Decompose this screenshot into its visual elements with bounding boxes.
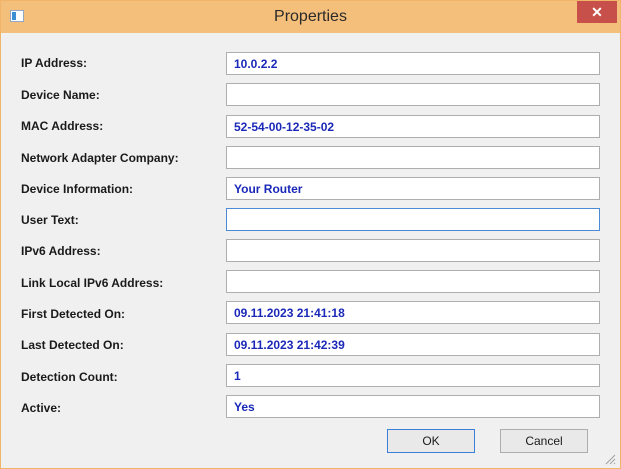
- window-title: Properties: [274, 8, 347, 25]
- label-network-adapter-company: Network Adapter Company:: [21, 151, 179, 165]
- field-first-detected-on[interactable]: 09.11.2023 21:41:18: [226, 301, 600, 324]
- field-link-local-ipv6-address[interactable]: [226, 270, 600, 293]
- field-active[interactable]: Yes: [226, 395, 600, 418]
- field-device-information[interactable]: Your Router: [226, 177, 600, 200]
- properties-form: IP Address: 10.0.2.2 Device Name: MAC Ad…: [1, 33, 620, 468]
- title-bar[interactable]: Properties ✕: [1, 1, 620, 33]
- label-link-local-ipv6-address: Link Local IPv6 Address:: [21, 276, 164, 290]
- field-ipv6-address[interactable]: [226, 239, 600, 262]
- field-detection-count[interactable]: 1: [226, 364, 600, 387]
- label-last-detected-on: Last Detected On:: [21, 338, 124, 352]
- label-active: Active:: [21, 401, 62, 415]
- label-user-text: User Text:: [21, 213, 79, 227]
- label-ip-address: IP Address:: [21, 56, 88, 70]
- label-ipv6-address: IPv6 Address:: [21, 244, 101, 258]
- field-user-text[interactable]: [226, 208, 600, 231]
- field-mac-address[interactable]: 52-54-00-12-35-02: [226, 115, 600, 138]
- close-button[interactable]: ✕: [577, 1, 617, 23]
- field-ip-address[interactable]: 10.0.2.2: [226, 52, 600, 75]
- label-mac-address: MAC Address:: [21, 119, 104, 133]
- field-device-name[interactable]: [226, 83, 600, 106]
- label-detection-count: Detection Count:: [21, 370, 118, 384]
- resize-grip-icon[interactable]: [604, 453, 616, 465]
- cancel-button[interactable]: Cancel: [500, 429, 588, 453]
- field-last-detected-on[interactable]: 09.11.2023 21:42:39: [226, 333, 600, 356]
- label-first-detected-on: First Detected On:: [21, 307, 126, 321]
- field-network-adapter-company[interactable]: [226, 146, 600, 169]
- ok-button[interactable]: OK: [387, 429, 475, 453]
- label-device-information: Device Information:: [21, 182, 134, 196]
- label-device-name: Device Name:: [21, 88, 100, 102]
- properties-window: Properties ✕ IP Address: 10.0.2.2 Device…: [0, 0, 621, 469]
